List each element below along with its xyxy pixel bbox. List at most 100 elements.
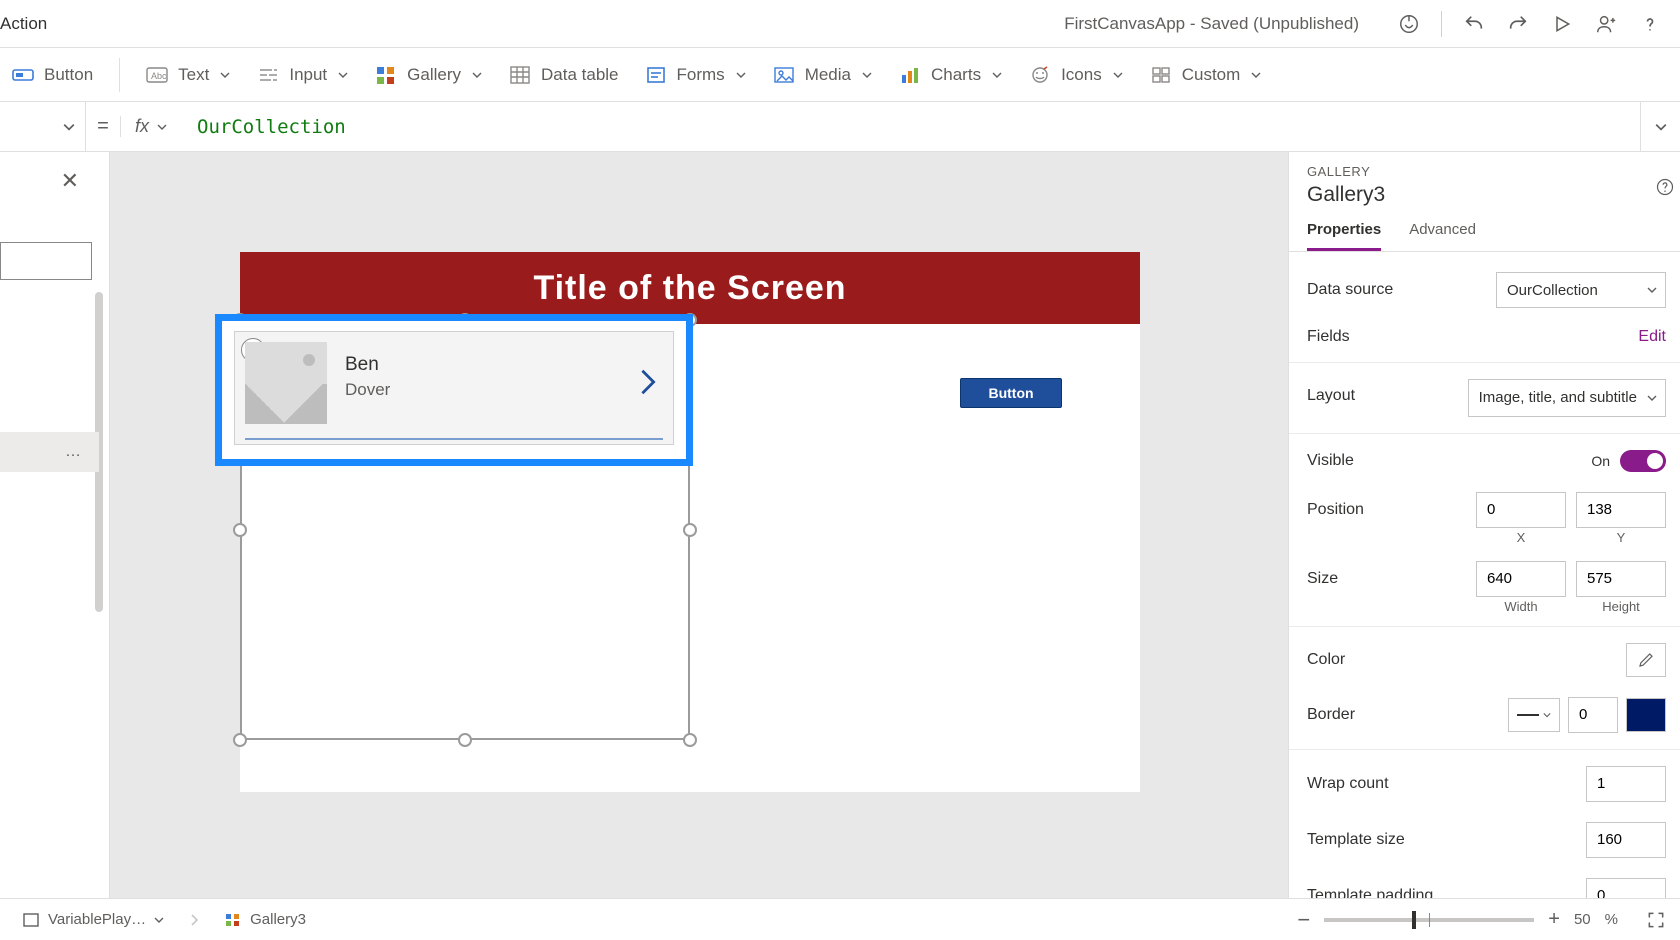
resize-handle[interactable] <box>233 523 247 537</box>
insert-icons-label: Icons <box>1061 65 1102 85</box>
tab-properties[interactable]: Properties <box>1307 221 1381 251</box>
formula-input[interactable]: OurCollection <box>181 116 1640 138</box>
resize-handle[interactable] <box>683 733 697 747</box>
chevron-down-icon <box>471 69 483 81</box>
share-icon[interactable] <box>1594 12 1618 36</box>
prop-templatesize-input[interactable] <box>1586 822 1666 858</box>
help-icon[interactable] <box>1638 12 1662 36</box>
insert-charts[interactable]: Charts <box>899 64 1003 86</box>
formula-expand-icon[interactable] <box>1640 102 1680 152</box>
insert-custom-label: Custom <box>1182 65 1241 85</box>
prop-border-style[interactable] <box>1508 698 1560 732</box>
prop-layout-select[interactable]: Image, title, and subtitle <box>1468 379 1666 417</box>
prop-fields-edit[interactable]: Edit <box>1638 328 1666 346</box>
insert-button-label: Button <box>44 65 93 85</box>
gallery-selection[interactable]: Ben Dover <box>240 320 690 740</box>
search-input[interactable] <box>0 242 92 280</box>
custom-icon <box>1150 64 1172 86</box>
chevron-down-icon <box>337 69 349 81</box>
app-screen: Title of the Screen Button <box>240 252 1140 792</box>
chevron-down-icon <box>1647 393 1657 403</box>
screen-icon <box>22 911 40 929</box>
fx-button[interactable]: fx <box>120 116 181 137</box>
prop-layout-label: Layout <box>1307 379 1355 405</box>
zoom-out-button[interactable]: − <box>1297 907 1310 933</box>
insert-icons[interactable]: Icons <box>1029 64 1124 86</box>
zoom-in-button[interactable]: + <box>1548 908 1560 931</box>
prop-datasource-value: OurCollection <box>1507 282 1598 299</box>
zoom-value: 50 <box>1574 911 1591 928</box>
chevron-down-icon <box>1250 69 1262 81</box>
canvas-area[interactable]: Title of the Screen Button <box>110 152 1288 898</box>
prop-position-y[interactable] <box>1576 492 1666 528</box>
insert-text[interactable]: Abc Text <box>146 64 231 86</box>
tree-row-more[interactable]: … <box>0 432 99 472</box>
property-selector[interactable] <box>0 102 86 152</box>
insert-charts-label: Charts <box>931 65 981 85</box>
insert-datatable[interactable]: Data table <box>509 64 619 86</box>
canvas-button[interactable]: Button <box>960 378 1062 408</box>
item-title: Ben <box>345 354 379 376</box>
icons-icon <box>1029 64 1051 86</box>
fit-to-window-icon[interactable] <box>1646 910 1666 930</box>
chevron-down-icon <box>735 69 747 81</box>
ribbon-tab-action[interactable]: Action <box>0 14 65 34</box>
media-icon <box>773 64 795 86</box>
insert-gallery[interactable]: Gallery <box>375 64 483 86</box>
properties-panel: GALLERY Gallery3 Properties Advanced Dat… <box>1288 152 1680 898</box>
prop-fields-label: Fields <box>1307 328 1350 346</box>
forms-icon <box>645 64 667 86</box>
text-icon: Abc <box>146 64 168 86</box>
insert-media[interactable]: Media <box>773 64 873 86</box>
prop-wrapcount-input[interactable] <box>1586 766 1666 802</box>
breadcrumb-separator-icon <box>190 914 198 926</box>
prop-position-x[interactable] <box>1476 492 1566 528</box>
play-icon[interactable] <box>1550 12 1574 36</box>
left-panel: ✕ … <box>0 152 110 898</box>
prop-datasource-label: Data source <box>1307 281 1393 299</box>
prop-size-h[interactable] <box>1576 561 1666 597</box>
input-icon <box>257 64 279 86</box>
help-icon[interactable] <box>1656 178 1674 196</box>
insert-datatable-label: Data table <box>541 65 619 85</box>
insert-button[interactable]: Button <box>12 64 93 86</box>
breadcrumb-control[interactable]: Gallery3 <box>216 907 314 933</box>
insert-custom[interactable]: Custom <box>1150 64 1263 86</box>
prop-position-label: Position <box>1307 501 1364 519</box>
prop-visible-state: On <box>1591 453 1610 469</box>
button-icon <box>12 64 34 86</box>
image-placeholder-icon <box>245 342 327 424</box>
app-title: FirstCanvasApp - Saved (Unpublished) <box>1064 14 1359 34</box>
app-checker-icon[interactable] <box>1397 12 1421 36</box>
prop-templatesize-label: Template size <box>1307 831 1405 849</box>
close-icon[interactable]: ✕ <box>61 168 79 194</box>
prop-size-w[interactable] <box>1476 561 1566 597</box>
resize-handle[interactable] <box>683 523 697 537</box>
zoom-unit: % <box>1605 911 1618 928</box>
insert-gallery-label: Gallery <box>407 65 461 85</box>
prop-datasource-select[interactable]: OurCollection <box>1496 272 1666 308</box>
prop-visible-toggle[interactable] <box>1620 450 1666 472</box>
prop-w-sublabel: Width <box>1476 599 1566 614</box>
tab-advanced[interactable]: Advanced <box>1409 221 1476 251</box>
chevron-down-icon <box>861 69 873 81</box>
redo-icon[interactable] <box>1506 12 1530 36</box>
prop-border-width[interactable] <box>1568 697 1618 733</box>
equals-label: = <box>86 115 120 138</box>
insert-input[interactable]: Input <box>257 64 349 86</box>
breadcrumb-screen[interactable]: VariablePlay… <box>14 907 172 933</box>
prop-templatepadding-label: Template padding <box>1307 887 1433 899</box>
resize-handle[interactable] <box>233 733 247 747</box>
insert-forms[interactable]: Forms <box>645 64 747 86</box>
prop-color-button[interactable] <box>1626 643 1666 677</box>
prop-border-color[interactable] <box>1626 698 1666 732</box>
undo-icon[interactable] <box>1462 12 1486 36</box>
gallery-template[interactable]: Ben Dover <box>215 314 693 466</box>
prop-templatepadding-input[interactable] <box>1586 878 1666 899</box>
chevron-right-icon[interactable] <box>639 368 657 396</box>
charts-icon <box>899 64 921 86</box>
prop-y-sublabel: Y <box>1576 530 1666 545</box>
zoom-slider[interactable] <box>1324 918 1534 922</box>
resize-handle[interactable] <box>458 733 472 747</box>
control-name[interactable]: Gallery3 <box>1307 183 1662 207</box>
